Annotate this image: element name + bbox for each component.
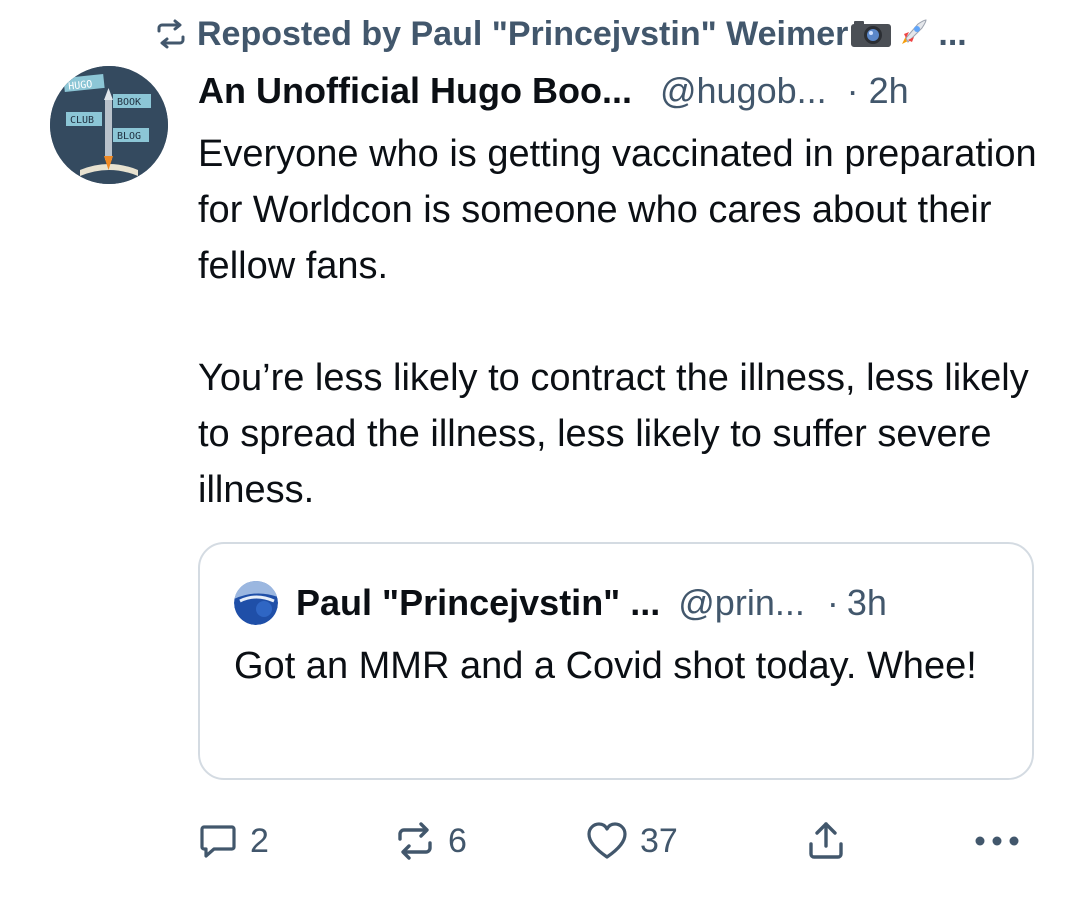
quoted-post-time[interactable]: 3h (847, 582, 887, 624)
quoted-author-avatar[interactable] (234, 581, 278, 625)
avatar-club-text: CLUB (70, 115, 94, 126)
repost-action-icon (398, 822, 432, 860)
rocket-emoji (902, 19, 927, 44)
more-icon (975, 836, 1019, 846)
like-count: 37 (640, 821, 678, 860)
repost-icon (157, 19, 185, 49)
hugo-book-club-logo-icon: HUGO BOOK CLUB BLOG (50, 66, 168, 184)
post-paragraph-2: You’re less likely to contract the illne… (198, 357, 1029, 511)
quoted-post-text: Got an MMR and a Covid shot today. Whee! (234, 645, 977, 687)
post-body: Everyone who is getting vaccinated in pr… (198, 126, 1038, 518)
avatar-book-text: BOOK (117, 97, 141, 108)
camera-emoji (851, 21, 892, 47)
more-options-button[interactable] (974, 814, 1020, 868)
heart-icon (587, 822, 627, 859)
quoted-separator-dot: · (826, 582, 839, 623)
quoted-author-name[interactable]: Paul "Princejvstin" ... (296, 582, 660, 624)
post-paragraph-1: Everyone who is getting vaccinated in pr… (198, 133, 1037, 287)
author-name[interactable]: An Unofficial Hugo Boo... (198, 70, 632, 112)
post-actions: 2 6 37 (198, 814, 1038, 868)
quoted-author-handle[interactable]: @prin... (678, 582, 805, 624)
post-header: An Unofficial Hugo Boo... @hugob... · 2h (198, 68, 1048, 114)
planet-avatar-icon (234, 581, 278, 625)
reply-count: 2 (250, 821, 269, 860)
reposted-by-line[interactable]: Reposted by Paul "Princejvstin" Weimer .… (155, 12, 1055, 56)
repost-more[interactable]: ... (938, 15, 966, 54)
like-button[interactable]: 37 (586, 814, 678, 868)
repost-button[interactable]: 6 (394, 814, 467, 868)
avatar-blog-text: BLOG (117, 131, 141, 142)
share-icon (809, 822, 843, 859)
repost-label: Reposted by Paul "Princejvstin" Weimer (197, 14, 849, 53)
reply-button[interactable]: 2 (198, 814, 269, 868)
reply-icon (200, 825, 236, 858)
post-time[interactable]: 2h (869, 70, 909, 112)
quoted-post[interactable]: Paul "Princejvstin" ... @prin... · 3h Go… (198, 542, 1034, 780)
repost-count: 6 (448, 821, 467, 860)
author-avatar[interactable]: HUGO BOOK CLUB BLOG (50, 66, 168, 184)
quoted-post-header: Paul "Princejvstin" ... @prin... · 3h (234, 580, 1014, 626)
separator-dot: · (846, 70, 859, 111)
author-handle[interactable]: @hugob... (660, 70, 827, 112)
share-button[interactable] (806, 814, 846, 868)
